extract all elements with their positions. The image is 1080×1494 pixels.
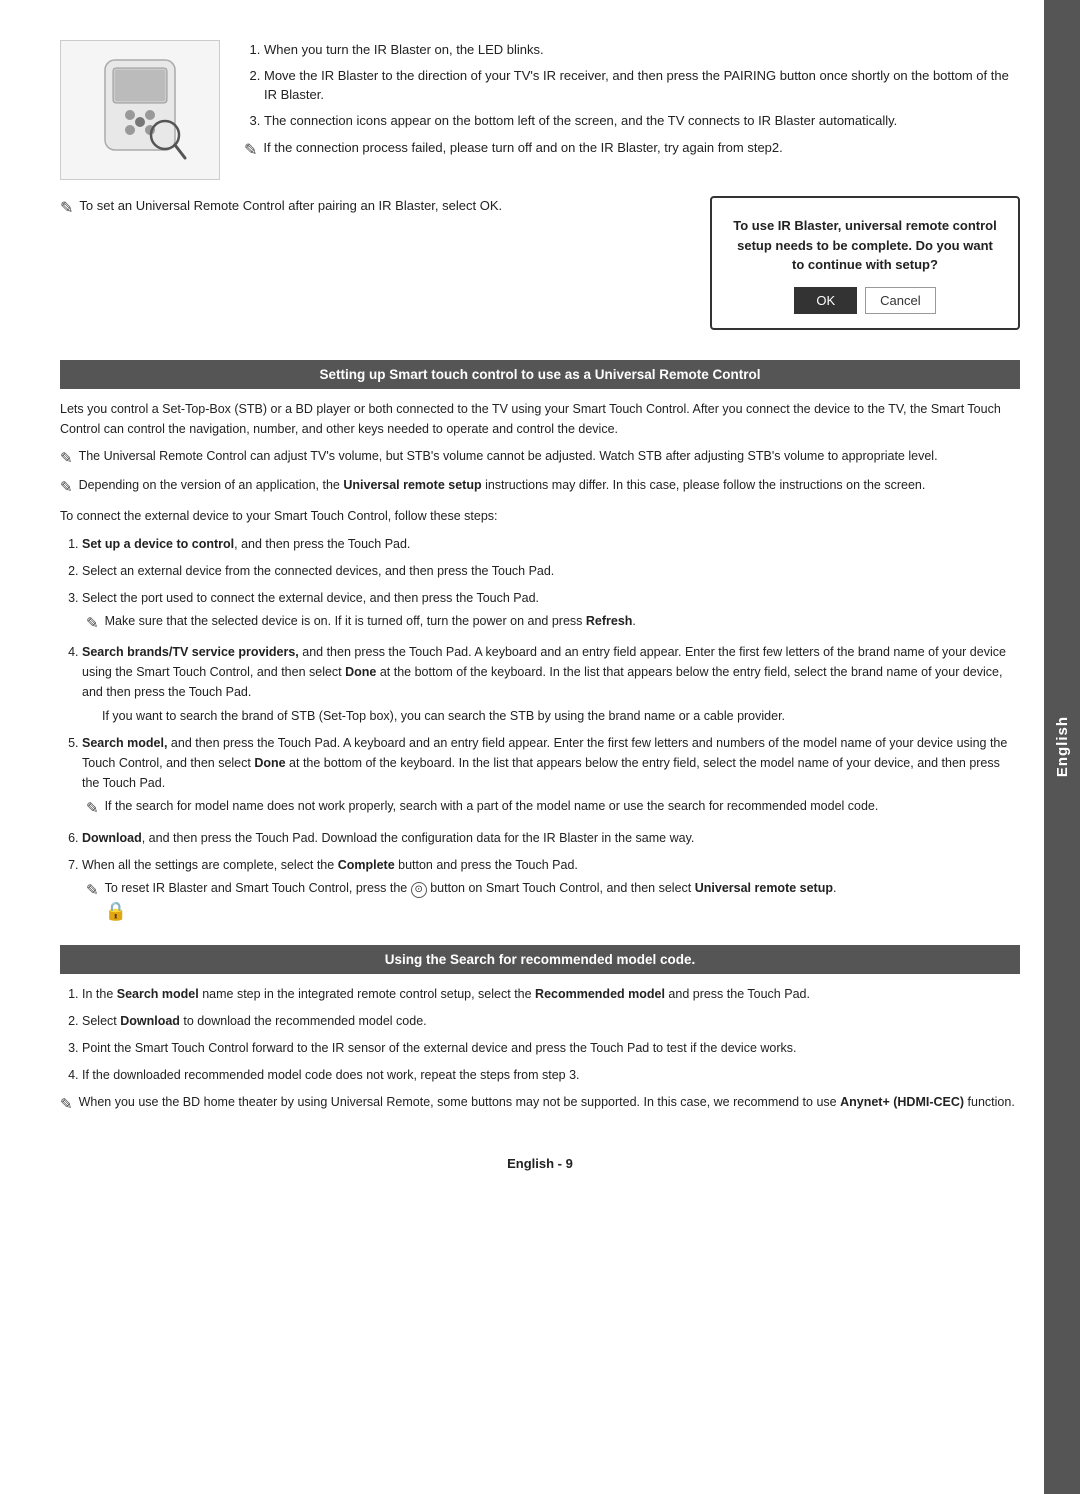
note1-icon: ✎ bbox=[60, 448, 73, 471]
page-footer: English - 9 bbox=[60, 1156, 1020, 1171]
section2-steps: In the Search model name step in the int… bbox=[60, 984, 1020, 1085]
step-2: Move the IR Blaster to the direction of … bbox=[264, 66, 1020, 105]
s2-step4: If the downloaded recommended model code… bbox=[82, 1065, 1020, 1085]
s1-step1: Set up a device to control, and then pre… bbox=[82, 534, 1020, 554]
top-section: When you turn the IR Blaster on, the LED… bbox=[60, 40, 1020, 180]
connection-fail-note: ✎ If the connection process failed, plea… bbox=[244, 138, 1020, 163]
dialog-box: To use IR Blaster, universal remote cont… bbox=[710, 196, 1020, 330]
numbered-steps: When you turn the IR Blaster on, the LED… bbox=[244, 40, 1020, 130]
ir-blaster-svg bbox=[75, 50, 205, 170]
s1-step7: When all the settings are complete, sele… bbox=[82, 855, 1020, 925]
step7-note-icon: ✎ bbox=[86, 880, 99, 903]
s1-step4: Search brands/TV service providers, and … bbox=[82, 642, 1020, 726]
s1-step3: Select the port used to connect the exte… bbox=[82, 588, 1020, 636]
section1-header: Setting up Smart touch control to use as… bbox=[60, 360, 1020, 389]
universal-remote-section: To use IR Blaster, universal remote cont… bbox=[60, 196, 1020, 340]
s1-step5-note: ✎ If the search for model name does not … bbox=[82, 797, 1020, 821]
ok-button[interactable]: OK bbox=[794, 287, 857, 314]
section2-note: ✎ When you use the BD home theater by us… bbox=[60, 1093, 1020, 1117]
remote-icon-symbol: 🔒 bbox=[105, 901, 127, 921]
remote-button-icon: ⊙ bbox=[411, 882, 427, 898]
cancel-button[interactable]: Cancel bbox=[865, 287, 935, 314]
s1-step7-note: ✎ To reset IR Blaster and Smart Touch Co… bbox=[82, 879, 1020, 925]
device-image bbox=[60, 40, 220, 180]
steps-list: When you turn the IR Blaster on, the LED… bbox=[244, 40, 1020, 180]
s2-step3: Point the Smart Touch Control forward to… bbox=[82, 1038, 1020, 1058]
section1-note2: ✎ Depending on the version of an applica… bbox=[60, 476, 1020, 500]
section2-header: Using the Search for recommended model c… bbox=[60, 945, 1020, 974]
s1-step6: Download, and then press the Touch Pad. … bbox=[82, 828, 1020, 848]
section1-steps: Set up a device to control, and then pre… bbox=[60, 534, 1020, 925]
steps-intro: To connect the external device to your S… bbox=[60, 506, 1020, 526]
step3-note-icon: ✎ bbox=[86, 613, 99, 636]
s2-step1: In the Search model name step in the int… bbox=[82, 984, 1020, 1004]
s2-step2: Select Download to download the recommen… bbox=[82, 1011, 1020, 1031]
section1-intro: Lets you control a Set-Top-Box (STB) or … bbox=[60, 399, 1020, 439]
section1-note1: ✎ The Universal Remote Control can adjus… bbox=[60, 447, 1020, 471]
dialog-buttons[interactable]: OK Cancel bbox=[732, 287, 998, 314]
dialog-message: To use IR Blaster, universal remote cont… bbox=[732, 216, 998, 275]
s1-step5: Search model, and then press the Touch P… bbox=[82, 733, 1020, 821]
s1-step3-note: ✎ Make sure that the selected device is … bbox=[82, 612, 1020, 636]
step-1: When you turn the IR Blaster on, the LED… bbox=[264, 40, 1020, 60]
side-label-text: English bbox=[1054, 716, 1071, 777]
step-3: The connection icons appear on the botto… bbox=[264, 111, 1020, 131]
section2-note-icon: ✎ bbox=[60, 1094, 73, 1117]
s1-step2: Select an external device from the conne… bbox=[82, 561, 1020, 581]
note-icon: ✎ bbox=[244, 139, 257, 163]
universal-remote-note: ✎ To set an Universal Remote Control aft… bbox=[60, 196, 690, 221]
step5-note-icon: ✎ bbox=[86, 798, 99, 821]
note2-icon: ✎ bbox=[60, 477, 73, 500]
s1-step4-sub: If you want to search the brand of STB (… bbox=[82, 706, 1020, 726]
footer-text: English - 9 bbox=[507, 1156, 573, 1171]
note-pencil-icon: ✎ bbox=[60, 197, 73, 221]
side-label: English bbox=[1044, 0, 1080, 1494]
page-container: English W bbox=[0, 0, 1080, 1494]
